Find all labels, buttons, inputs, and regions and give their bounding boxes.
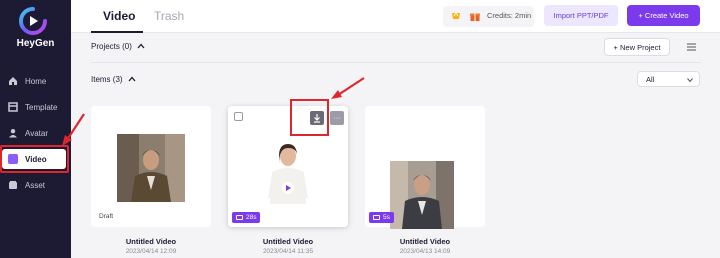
- duration-badge: 28s: [232, 212, 261, 223]
- video-card[interactable]: Draft: [91, 106, 211, 227]
- import-ppt-pdf-button[interactable]: Import PPT/PDF: [544, 5, 618, 26]
- red-arrow-icon: [62, 113, 85, 146]
- projects-section-toggle[interactable]: Projects (0): [91, 42, 145, 51]
- chevron-up-icon: [128, 76, 136, 82]
- top-bar: Video Trash: [71, 0, 720, 33]
- template-icon: [8, 102, 18, 112]
- avatar-icon: [9, 129, 17, 138]
- video-card-hovered[interactable]: ··· 28s: [228, 106, 348, 227]
- gift-icon[interactable]: [469, 10, 481, 22]
- heygen-logo-icon[interactable]: [18, 7, 48, 35]
- select-checkbox[interactable]: [234, 112, 243, 121]
- create-video-button[interactable]: + Create Video: [627, 5, 700, 26]
- video-date: 2023/04/14 12:09: [125, 248, 177, 255]
- asset-icon: [9, 181, 17, 189]
- duration-badge: 5s: [369, 212, 394, 223]
- video-camera-icon: [373, 215, 380, 220]
- new-project-button[interactable]: + New Project: [604, 38, 670, 56]
- video-camera-icon: [236, 215, 243, 220]
- projects-label: Projects (0): [91, 42, 132, 51]
- active-tab-indicator: [91, 31, 143, 33]
- credits-text: Credits: 2min: [487, 11, 532, 20]
- red-arrow-icon: [331, 77, 365, 99]
- tab-trash[interactable]: Trash: [154, 9, 184, 23]
- duration-text: 5s: [383, 214, 390, 221]
- chevron-up-icon: [137, 43, 145, 49]
- video-title[interactable]: Untitled Video: [228, 237, 348, 246]
- sidebar-item-label: Asset: [25, 180, 46, 190]
- brand-name: HeyGen: [16, 38, 55, 49]
- video-thumbnail: [390, 161, 454, 229]
- more-options-button[interactable]: ···: [330, 111, 344, 125]
- crown-icon: [452, 12, 460, 19]
- items-filter-select[interactable]: All: [637, 71, 700, 87]
- video-title[interactable]: Untitled Video: [365, 237, 485, 246]
- items-label: Items (3): [91, 75, 123, 84]
- sidebar-item-label: Template: [25, 102, 58, 112]
- video-thumbnail: [268, 144, 308, 204]
- draft-label: Draft: [99, 213, 114, 220]
- divider: [91, 62, 701, 63]
- video-date: 2023/04/13 14:09: [399, 248, 451, 255]
- filter-value: All: [646, 74, 655, 84]
- sidebar-item-asset[interactable]: Asset: [8, 176, 66, 194]
- chevron-down-icon: [687, 78, 693, 83]
- sidebar-item-label: Avatar: [25, 128, 48, 138]
- video-thumbnail: [117, 134, 185, 202]
- list-view-icon[interactable]: [687, 43, 696, 51]
- highlight-box-video-nav: [0, 145, 69, 173]
- items-section-toggle[interactable]: Items (3): [91, 75, 136, 84]
- video-date: 2023/04/14 11:35: [262, 248, 314, 255]
- sidebar-item-home[interactable]: Home: [8, 72, 66, 90]
- highlight-box-download: [290, 99, 329, 136]
- more-icon: ···: [333, 114, 341, 122]
- video-title[interactable]: Untitled Video: [91, 237, 211, 246]
- home-icon: [9, 77, 17, 85]
- duration-text: 28s: [246, 214, 257, 221]
- sidebar-item-label: Home: [25, 76, 47, 86]
- tab-video[interactable]: Video: [103, 9, 135, 23]
- video-card[interactable]: 5s: [365, 106, 485, 229]
